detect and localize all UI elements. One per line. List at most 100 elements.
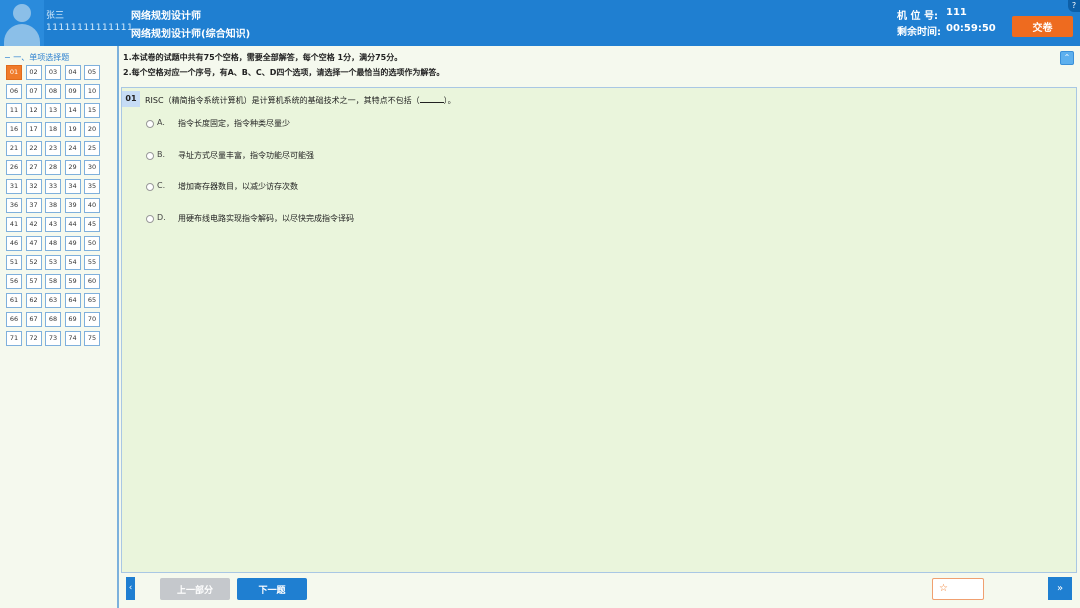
question-nav-61[interactable]: 61 [6, 293, 22, 308]
question-nav-27[interactable]: 27 [25, 160, 42, 175]
exam-subtitle: 网络规划设计师(综合知识) [131, 29, 251, 40]
question-nav-05[interactable]: 05 [84, 65, 100, 80]
question-nav-04[interactable]: 04 [64, 65, 81, 80]
mark-question-button[interactable]: ☆ [932, 578, 984, 600]
question-nav-65[interactable]: 65 [84, 293, 100, 308]
question-nav-33[interactable]: 33 [45, 179, 61, 194]
option-d-radio[interactable] [146, 215, 154, 223]
question-nav-69[interactable]: 69 [64, 312, 81, 327]
question-nav-54[interactable]: 54 [64, 255, 81, 270]
question-nav-73[interactable]: 73 [45, 331, 61, 346]
question-nav-71[interactable]: 71 [6, 331, 22, 346]
question-nav-60[interactable]: 60 [84, 274, 100, 289]
question-nav-01[interactable]: 01 [6, 65, 22, 80]
question-nav-34[interactable]: 34 [64, 179, 81, 194]
chevron-right-icon[interactable]: » [1048, 577, 1072, 600]
question-nav-70[interactable]: 70 [84, 312, 100, 327]
question-nav-29[interactable]: 29 [64, 160, 81, 175]
question-nav-22[interactable]: 22 [25, 141, 42, 156]
question-nav-50[interactable]: 50 [84, 236, 100, 251]
question-nav-15[interactable]: 15 [84, 103, 100, 118]
question-nav-21[interactable]: 21 [6, 141, 22, 156]
question-stem: RISC（精简指令系统计算机）是计算机系统的基础技术之一，其特点不包括（ ）。 [145, 94, 456, 106]
time-label: 剩余时间: [897, 27, 941, 38]
question-nav-51[interactable]: 51 [6, 255, 22, 270]
question-nav-39[interactable]: 39 [64, 198, 81, 213]
question-nav-56[interactable]: 56 [6, 274, 22, 289]
question-nav-26[interactable]: 26 [6, 160, 22, 175]
prev-section-button[interactable]: 上一部分 [160, 578, 230, 600]
question-nav-06[interactable]: 06 [6, 84, 22, 99]
avatar [0, 0, 44, 46]
question-nav-72[interactable]: 72 [25, 331, 42, 346]
question-nav-20[interactable]: 20 [84, 122, 100, 137]
question-nav-49[interactable]: 49 [64, 236, 81, 251]
submit-button[interactable]: 交卷 [1012, 16, 1073, 37]
question-nav-03[interactable]: 03 [45, 65, 61, 80]
question-nav-55[interactable]: 55 [84, 255, 100, 270]
question-nav-48[interactable]: 48 [45, 236, 61, 251]
question-nav-74[interactable]: 74 [64, 331, 81, 346]
question-nav-19[interactable]: 19 [64, 122, 81, 137]
question-nav-14[interactable]: 14 [64, 103, 81, 118]
question-nav-38[interactable]: 38 [45, 198, 61, 213]
question-nav-13[interactable]: 13 [45, 103, 61, 118]
question-nav-28[interactable]: 28 [45, 160, 61, 175]
question-nav-68[interactable]: 68 [45, 312, 61, 327]
question-nav-11[interactable]: 11 [6, 103, 22, 118]
question-nav-37[interactable]: 37 [25, 198, 42, 213]
help-icon[interactable]: ? [1068, 0, 1080, 12]
question-nav-66[interactable]: 66 [6, 312, 22, 327]
question-nav-10[interactable]: 10 [84, 84, 100, 99]
question-nav-17[interactable]: 17 [25, 122, 42, 137]
option-b-radio[interactable] [146, 152, 154, 160]
question-nav-44[interactable]: 44 [64, 217, 81, 232]
question-nav-30[interactable]: 30 [84, 160, 100, 175]
option-c-text: 增加寄存器数目，以减少访存次数 [178, 182, 298, 191]
question-nav-63[interactable]: 63 [45, 293, 61, 308]
question-nav-43[interactable]: 43 [45, 217, 61, 232]
exam-instructions: 1.本试卷的试题中共有75个空格，需要全部解答，每个空格 1分，满分75分。 2… [123, 50, 444, 80]
question-nav-07[interactable]: 07 [25, 84, 42, 99]
exam-header: 张三 11111111111111 网络规划设计师 网络规划设计师(综合知识) … [0, 0, 1080, 46]
question-nav-35[interactable]: 35 [84, 179, 100, 194]
option-c-radio[interactable] [146, 183, 154, 191]
collapse-icon[interactable]: ⌃ [1060, 51, 1074, 65]
question-nav-64[interactable]: 64 [64, 293, 81, 308]
question-nav-25[interactable]: 25 [84, 141, 100, 156]
question-nav-16[interactable]: 16 [6, 122, 22, 137]
question-nav-58[interactable]: 58 [45, 274, 61, 289]
next-question-button[interactable]: 下一题 [237, 578, 307, 600]
question-nav-24[interactable]: 24 [64, 141, 81, 156]
question-nav-32[interactable]: 32 [25, 179, 42, 194]
question-nav-02[interactable]: 02 [25, 65, 42, 80]
question-nav-67[interactable]: 67 [25, 312, 42, 327]
user-id: 11111111111111 [46, 23, 134, 33]
question-nav-12[interactable]: 12 [25, 103, 42, 118]
section-title-label: 一、单项选择题 [13, 53, 70, 62]
avatar-head-icon [13, 4, 31, 22]
question-nav-47[interactable]: 47 [25, 236, 42, 251]
question-nav-62[interactable]: 62 [25, 293, 42, 308]
question-nav-23[interactable]: 23 [45, 141, 61, 156]
question-nav-45[interactable]: 45 [84, 217, 100, 232]
question-nav-75[interactable]: 75 [84, 331, 100, 346]
question-nav-41[interactable]: 41 [6, 217, 22, 232]
question-nav-18[interactable]: 18 [45, 122, 61, 137]
seat-label: 机 位 号: [897, 11, 938, 22]
question-nav-40[interactable]: 40 [84, 198, 100, 213]
question-nav-57[interactable]: 57 [25, 274, 42, 289]
option-a-radio[interactable] [146, 120, 154, 128]
question-nav-59[interactable]: 59 [64, 274, 81, 289]
question-nav-53[interactable]: 53 [45, 255, 61, 270]
question-nav-31[interactable]: 31 [6, 179, 22, 194]
question-nav-08[interactable]: 08 [45, 84, 61, 99]
chevron-left-icon[interactable]: ‹ [126, 577, 135, 600]
question-nav-46[interactable]: 46 [6, 236, 22, 251]
question-nav-52[interactable]: 52 [25, 255, 42, 270]
star-icon: ☆ [939, 583, 948, 594]
section-title[interactable]: − 一、单项选择题 [4, 52, 69, 63]
question-nav-36[interactable]: 36 [6, 198, 22, 213]
question-nav-09[interactable]: 09 [64, 84, 81, 99]
question-nav-42[interactable]: 42 [25, 217, 42, 232]
